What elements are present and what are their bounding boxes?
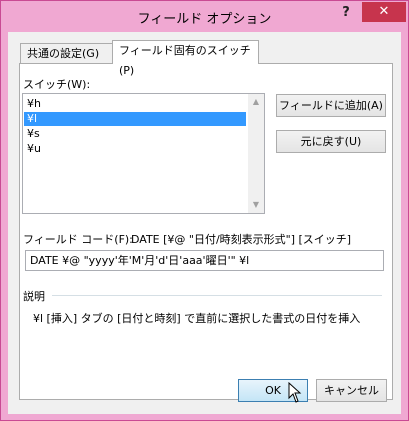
switch-list[interactable]: ¥h ¥l ¥s ¥u ▲ ▼ <box>22 93 265 214</box>
scrollbar[interactable]: ▲ ▼ <box>248 94 264 213</box>
scroll-down-icon[interactable]: ▼ <box>248 197 264 213</box>
cancel-button[interactable]: キャンセル <box>316 379 387 402</box>
description-label: 説明 <box>23 290 45 303</box>
tab-field-specific-switches[interactable]: フィールド固有のスイッチ(P) <box>112 40 259 77</box>
field-options-dialog: フィールド オプション ? ✕ 共通の設定(G) フィールド固有のスイッチ(P)… <box>0 0 409 421</box>
list-item[interactable]: ¥u <box>24 142 246 156</box>
description-text: ¥l [挿入] タブの [日付と時刻] で直前に選択した書式の日付を挿入 <box>33 312 361 325</box>
undo-button[interactable]: 元に戻す(U) <box>276 130 386 153</box>
add-to-field-button[interactable]: フィールドに追加(A) <box>276 94 386 117</box>
scroll-up-icon[interactable]: ▲ <box>248 94 264 110</box>
field-code-label: フィールド コード(F): <box>23 233 133 246</box>
help-icon[interactable]: ? <box>335 3 357 23</box>
switch-label: スイッチ(W): <box>23 78 91 91</box>
tab-common-settings[interactable]: 共通の設定(G) <box>20 43 113 63</box>
dialog-client: 共通の設定(G) フィールド固有のスイッチ(P) スイッチ(W): ¥h ¥l … <box>8 32 401 414</box>
list-item-selected[interactable]: ¥l <box>24 112 246 126</box>
field-code-summary: DATE [¥@ "日付/時刻表示形式"] [スイッチ] <box>131 233 352 246</box>
mouse-cursor-icon <box>288 382 302 403</box>
list-item[interactable]: ¥s <box>24 127 246 141</box>
description-divider <box>52 295 382 296</box>
close-icon[interactable]: ✕ <box>362 2 406 22</box>
list-item[interactable]: ¥h <box>24 97 246 111</box>
field-code-input[interactable]: DATE ¥@ "yyyy'年'M'月'd'日'aaa'曜日'" ¥l <box>25 250 384 271</box>
title-bar[interactable]: フィールド オプション ? ✕ <box>1 1 408 32</box>
